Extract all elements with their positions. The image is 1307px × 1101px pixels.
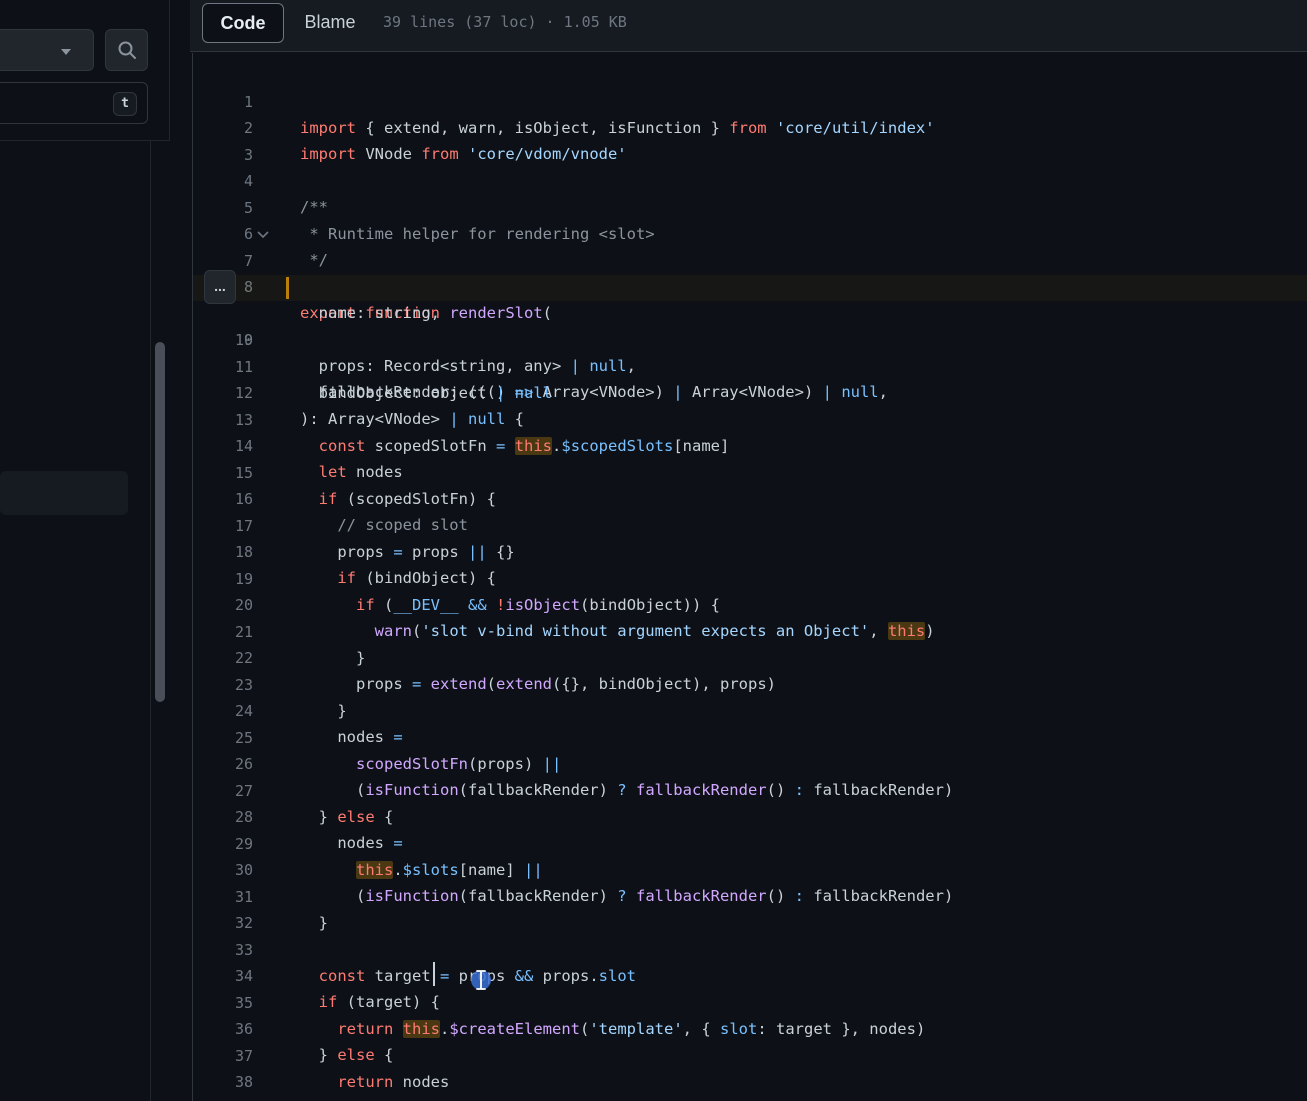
code-line: 26 (isFunction(fallbackRender) ? fallbac… <box>193 725 1307 799</box>
chevron-down-icon[interactable] <box>256 230 270 240</box>
code-line: 27 } else { <box>193 752 1307 826</box>
code-line: 1 import { extend, warn, isObject, isFun… <box>193 63 1307 137</box>
code-line: 35 return this.$createElement('template'… <box>193 964 1307 1038</box>
search-button[interactable] <box>105 29 148 71</box>
code-line: 5 * Runtime helper for rendering <slot> <box>193 169 1307 243</box>
code-line: 36 } else { <box>193 990 1307 1064</box>
code-line: 4 /** <box>193 142 1307 216</box>
tab-code[interactable]: Code <box>202 3 284 43</box>
file-tree-scrollbar[interactable] <box>155 342 165 702</box>
code-line: 30 (isFunction(fallbackRender) ? fallbac… <box>193 831 1307 905</box>
code-line: 23 } <box>193 646 1307 720</box>
code-viewer-window: t Code Blame 39 lines (37 loc) · 1.05 KB… <box>0 0 1307 1101</box>
code-line: 10 props: Record<string, any> | null, <box>193 301 1307 375</box>
code-line: 20 warn('slot v-bind without argument ex… <box>193 566 1307 640</box>
code-line: 29 this.$slots[name] || <box>193 805 1307 879</box>
code-line: 19 if (__DEV__ && !isObject(bindObject))… <box>193 540 1307 614</box>
code-line: 2 import VNode from 'core/vdom/vnode' <box>193 89 1307 163</box>
code-line: 22 props = extend(extend({}, bindObject)… <box>193 619 1307 693</box>
code-line: 7 export function renderSlot( <box>193 222 1307 322</box>
text-caret <box>433 962 435 986</box>
tab-blame[interactable]: Blame <box>292 3 368 43</box>
file-header: Code Blame 39 lines (37 loc) · 1.05 KB <box>190 0 1307 52</box>
code-line: 31 } <box>193 858 1307 932</box>
file-tree-sidebar: t <box>0 0 170 1101</box>
go-to-file-input[interactable]: t <box>0 82 148 124</box>
text-cursor-icon <box>471 970 491 990</box>
chevron-down-icon <box>61 49 71 55</box>
code-line: 17 props = props || {} <box>193 487 1307 561</box>
code-line: 6 */ <box>193 195 1307 269</box>
line-highlight-marker <box>286 277 289 299</box>
line-number[interactable]: 39 <box>193 1096 253 1101</box>
code-line: 38 } <box>193 1043 1307 1101</box>
code-line: 18 if (bindObject) { <box>193 513 1307 587</box>
code-line: 13 const scopedSlotFn = this.$scopedSlot… <box>193 381 1307 455</box>
code-line-selected: ... 9 fallbackRender: ((() => Array<VNod… <box>193 270 1307 401</box>
code-line: 28 nodes = <box>193 778 1307 852</box>
line-actions-button[interactable]: ... <box>204 270 236 304</box>
code-line: 37 return nodes <box>193 1017 1307 1091</box>
code-line: 3 <box>193 116 1307 164</box>
code-view[interactable]: 1 import { extend, warn, isObject, isFun… <box>192 53 1307 1101</box>
code-line: 32 <box>193 884 1307 932</box>
sidebar-divider <box>0 140 170 141</box>
code-line: 39 } <box>193 1070 1307 1101</box>
search-icon <box>118 41 136 59</box>
code-line: 21 } <box>193 593 1307 667</box>
code-line: 15 if (scopedSlotFn) { <box>193 434 1307 508</box>
code-line: 16 // scoped slot <box>193 460 1307 534</box>
code-line: 8 name: string, <box>193 248 1307 322</box>
code-line: 25 scopedSlotFn(props) || <box>193 699 1307 773</box>
branch-selector[interactable] <box>0 29 94 71</box>
code-line: 34 if (target) { <box>193 937 1307 1011</box>
code-line: 24 nodes = <box>193 672 1307 746</box>
file-stats: 39 lines (37 loc) · 1.05 KB <box>383 13 627 31</box>
code-line: 14 let nodes <box>193 407 1307 481</box>
code-line: 11 bindObject: object | null <box>193 328 1307 402</box>
file-tree-item-active[interactable] <box>0 471 128 515</box>
code-line: 12 ): Array<VNode> | null { <box>193 354 1307 428</box>
keyboard-shortcut-hint: t <box>113 92 137 116</box>
code-line: 33 const target = props && props.slot <box>193 911 1307 985</box>
